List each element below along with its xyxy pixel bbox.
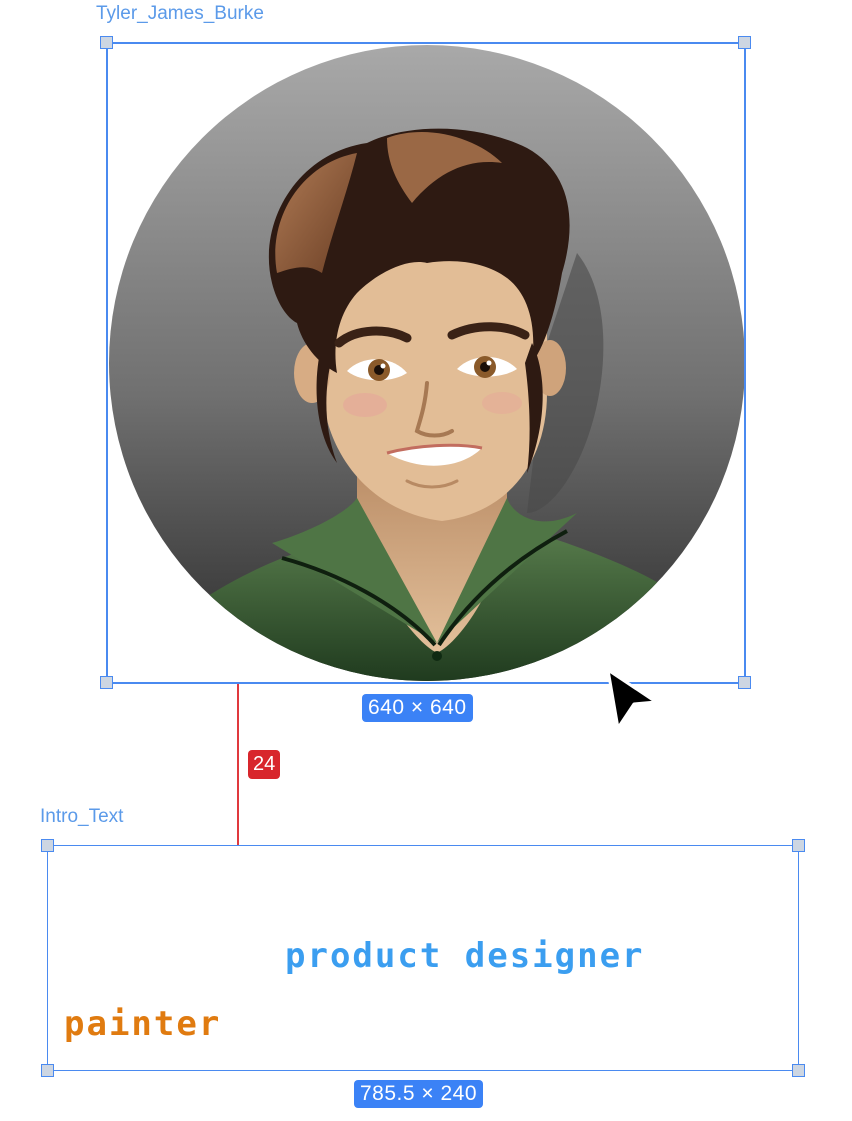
resize-handle-top-right[interactable]	[738, 36, 751, 49]
resize-handle-bottom-left[interactable]	[100, 676, 113, 689]
avatar-dimensions-badge: 640 × 640	[362, 694, 473, 722]
resize-handle-top-left[interactable]	[100, 36, 113, 49]
intro-dimensions-badge: 785.5 × 240	[354, 1080, 484, 1108]
intro-handle-top-right[interactable]	[792, 839, 805, 852]
spacing-line	[237, 684, 239, 846]
spacing-badge: 24	[248, 750, 281, 779]
intro-text-painter[interactable]: painter	[64, 1004, 221, 1044]
intro-text-product-designer[interactable]: product designer	[285, 936, 645, 976]
intro-handle-top-left[interactable]	[41, 839, 54, 852]
avatar-frame-label[interactable]: Tyler_James_Burke	[96, 3, 264, 25]
intro-handle-bottom-left[interactable]	[41, 1064, 54, 1077]
avatar-selection-box	[106, 42, 746, 684]
intro-frame-label[interactable]: Intro_Text	[40, 806, 123, 828]
pointer-cursor-icon	[606, 668, 658, 730]
resize-handle-bottom-right[interactable]	[738, 676, 751, 689]
intro-handle-bottom-right[interactable]	[792, 1064, 805, 1077]
